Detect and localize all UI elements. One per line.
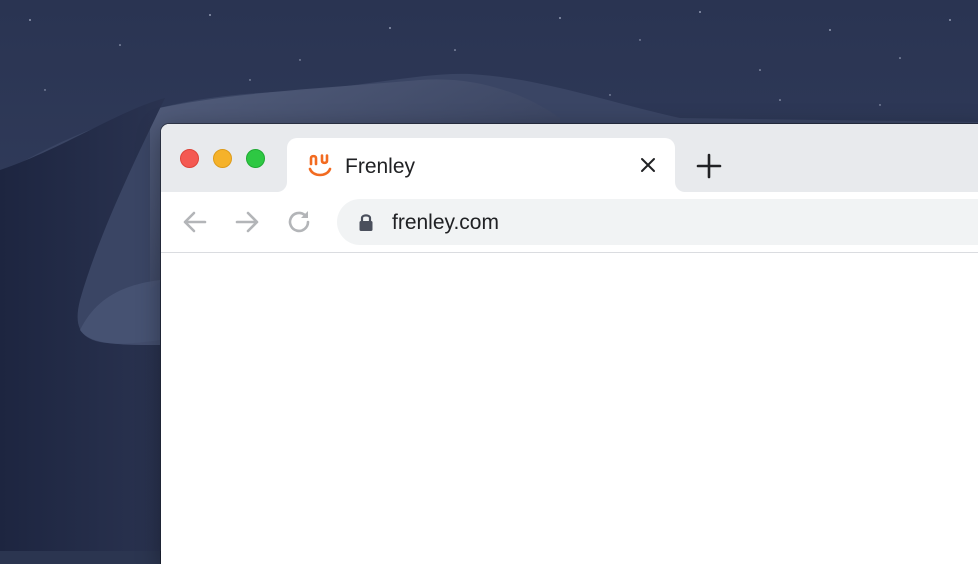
close-icon-svg — [641, 158, 655, 172]
tab-title: Frenley — [345, 155, 416, 178]
close-icon[interactable] — [637, 154, 659, 176]
lock-svg — [359, 214, 373, 231]
reload-icon[interactable] — [284, 207, 314, 237]
frenley-logo-svg — [308, 154, 332, 177]
back-svg — [183, 211, 207, 233]
arrow-left-icon[interactable] — [180, 207, 210, 237]
browser-window: Frenley frenley.com — [161, 124, 978, 564]
reload-svg — [288, 211, 310, 233]
url-text: frenley.com — [392, 211, 499, 234]
frenley-logo-icon — [307, 152, 335, 180]
window-close-button[interactable] — [180, 149, 199, 168]
lock-icon[interactable] — [357, 211, 375, 233]
browser-toolbar: frenley.com — [161, 192, 978, 253]
plus-icon-svg — [696, 153, 722, 179]
window-minimize-button[interactable] — [213, 149, 232, 168]
page-content-area[interactable] — [161, 253, 978, 564]
tab-strip: Frenley — [161, 124, 978, 192]
forward-svg — [235, 211, 259, 233]
plus-icon[interactable] — [693, 150, 725, 182]
tab-frenley[interactable]: Frenley — [287, 138, 675, 192]
address-bar[interactable]: frenley.com — [337, 199, 978, 245]
arrow-right-icon[interactable] — [232, 207, 262, 237]
window-zoom-button[interactable] — [246, 149, 265, 168]
